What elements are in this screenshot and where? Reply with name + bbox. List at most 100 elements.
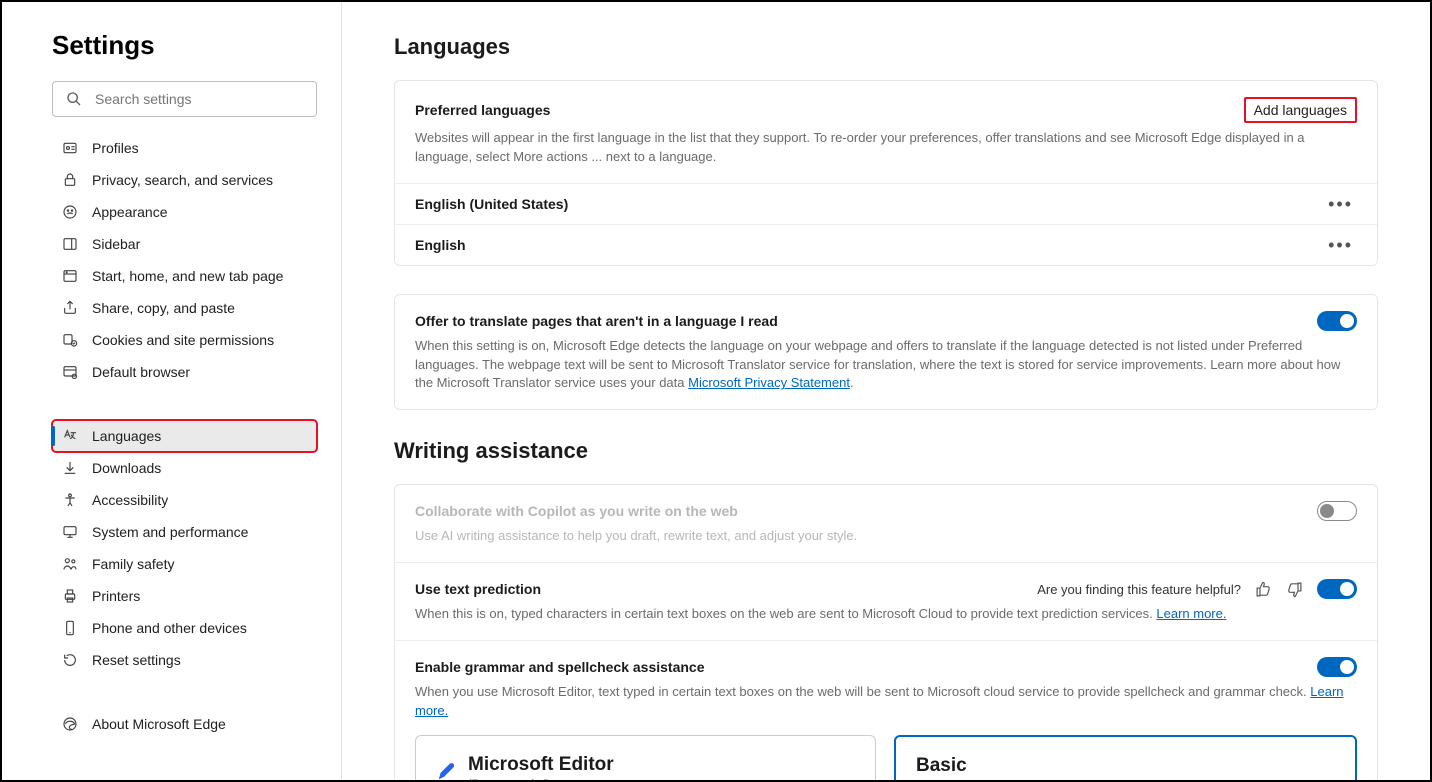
add-languages-button[interactable]: Add languages bbox=[1246, 99, 1355, 121]
nav-default-browser[interactable]: Default browser bbox=[52, 356, 317, 388]
translate-title: Offer to translate pages that aren't in … bbox=[415, 313, 778, 329]
nav-divider bbox=[52, 388, 317, 420]
nav-privacy[interactable]: Privacy, search, and services bbox=[52, 164, 317, 196]
edge-icon bbox=[62, 716, 78, 732]
nav-downloads[interactable]: Downloads bbox=[52, 452, 317, 484]
nav-label: Cookies and site permissions bbox=[92, 332, 274, 348]
nav-reset[interactable]: Reset settings bbox=[52, 644, 317, 676]
recommended-label: (Recommended) bbox=[468, 778, 614, 780]
nav-family[interactable]: Family safety bbox=[52, 548, 317, 580]
language-name: English (United States) bbox=[415, 196, 568, 212]
nav-share-copy[interactable]: Share, copy, and paste bbox=[52, 292, 317, 324]
preferred-languages-card: Preferred languages Add languages Websit… bbox=[394, 80, 1378, 266]
translate-card: Offer to translate pages that aren't in … bbox=[394, 294, 1378, 411]
nav-label: About Microsoft Edge bbox=[92, 716, 226, 732]
learn-more-link[interactable]: Learn more. bbox=[1156, 606, 1226, 621]
text-prediction-title: Use text prediction bbox=[415, 581, 541, 597]
settings-nav: Profiles Privacy, search, and services A… bbox=[52, 132, 317, 740]
nav-cookies[interactable]: Cookies and site permissions bbox=[52, 324, 317, 356]
language-row: English (United States) ••• bbox=[395, 183, 1377, 224]
nav-label: Default browser bbox=[92, 364, 190, 380]
cookies-icon bbox=[62, 332, 78, 348]
nav-profiles[interactable]: Profiles bbox=[52, 132, 317, 164]
search-settings-wrap bbox=[52, 81, 317, 117]
nav-label: Sidebar bbox=[92, 236, 140, 252]
nav-label: Share, copy, and paste bbox=[92, 300, 235, 316]
nav-label: Appearance bbox=[92, 204, 168, 220]
printer-icon bbox=[62, 588, 78, 604]
nav-sidebar[interactable]: Sidebar bbox=[52, 228, 317, 260]
settings-title: Settings bbox=[52, 30, 317, 61]
privacy-statement-link[interactable]: Microsoft Privacy Statement bbox=[688, 375, 850, 390]
preferred-languages-desc: Websites will appear in the first langua… bbox=[415, 129, 1357, 167]
translate-toggle[interactable] bbox=[1317, 311, 1357, 331]
editor-pen-icon bbox=[436, 761, 458, 780]
grammar-toggle[interactable] bbox=[1317, 657, 1357, 677]
sidebar-icon bbox=[62, 236, 78, 252]
nav-divider bbox=[52, 676, 317, 708]
nav-system[interactable]: System and performance bbox=[52, 516, 317, 548]
system-icon bbox=[62, 524, 78, 540]
thumbs-up-icon bbox=[1255, 581, 1272, 598]
nav-appearance[interactable]: Appearance bbox=[52, 196, 317, 228]
text-prediction-toggle[interactable] bbox=[1317, 579, 1357, 599]
nav-label: Languages bbox=[92, 428, 161, 444]
language-row: English ••• bbox=[395, 224, 1377, 265]
appearance-icon bbox=[62, 204, 78, 220]
add-languages-highlight: Add languages bbox=[1244, 97, 1357, 123]
nav-label: System and performance bbox=[92, 524, 248, 540]
feedback-question: Are you finding this feature helpful? bbox=[1037, 582, 1241, 597]
reset-icon bbox=[62, 652, 78, 668]
editor-option-microsoft-editor[interactable]: Microsoft Editor (Recommended) Editor pr… bbox=[415, 735, 876, 780]
nav-label: Printers bbox=[92, 588, 140, 604]
nav-label: Family safety bbox=[92, 556, 174, 572]
copilot-desc: Use AI writing assistance to help you dr… bbox=[415, 527, 1357, 546]
translate-desc: When this setting is on, Microsoft Edge … bbox=[415, 337, 1357, 394]
search-settings-input[interactable] bbox=[52, 81, 317, 117]
nav-label: Privacy, search, and services bbox=[92, 172, 273, 188]
nav-languages[interactable]: Languages bbox=[52, 420, 317, 452]
languages-icon bbox=[62, 428, 78, 444]
nav-label: Phone and other devices bbox=[92, 620, 247, 636]
grammar-title: Enable grammar and spellcheck assistance bbox=[415, 659, 704, 675]
nav-label: Start, home, and new tab page bbox=[92, 268, 283, 284]
feedback-row: Are you finding this feature helpful? bbox=[1037, 579, 1357, 599]
writing-heading: Writing assistance bbox=[394, 438, 1378, 464]
copilot-toggle[interactable] bbox=[1317, 501, 1357, 521]
language-more-button[interactable]: ••• bbox=[1324, 239, 1357, 251]
nav-label: Profiles bbox=[92, 140, 139, 156]
nav-about[interactable]: About Microsoft Edge bbox=[52, 708, 317, 740]
grammar-desc: When you use Microsoft Editor, text type… bbox=[415, 683, 1357, 721]
search-icon bbox=[66, 91, 82, 107]
thumbs-down-icon bbox=[1286, 581, 1303, 598]
copilot-title: Collaborate with Copilot as you write on… bbox=[415, 503, 738, 519]
nav-start-home[interactable]: Start, home, and new tab page bbox=[52, 260, 317, 292]
nav-label: Downloads bbox=[92, 460, 161, 476]
basic-option-title: Basic bbox=[916, 755, 1335, 777]
phone-icon bbox=[62, 620, 78, 636]
editor-options-row: Microsoft Editor (Recommended) Editor pr… bbox=[415, 735, 1357, 780]
language-more-button[interactable]: ••• bbox=[1324, 198, 1357, 210]
thumbs-up-button[interactable] bbox=[1255, 581, 1272, 598]
settings-sidebar: Settings Profiles Privacy, search, and s… bbox=[2, 2, 342, 780]
nav-accessibility[interactable]: Accessibility bbox=[52, 484, 317, 516]
nav-label: Reset settings bbox=[92, 652, 181, 668]
tab-page-icon bbox=[62, 268, 78, 284]
editor-option-basic[interactable]: Basic Get basic spell checking assistanc… bbox=[894, 735, 1357, 780]
accessibility-icon bbox=[62, 492, 78, 508]
browser-icon bbox=[62, 364, 78, 380]
nav-printers[interactable]: Printers bbox=[52, 580, 317, 612]
languages-heading: Languages bbox=[394, 34, 1378, 60]
lock-icon bbox=[62, 172, 78, 188]
settings-main[interactable]: Languages Preferred languages Add langua… bbox=[342, 2, 1430, 780]
share-icon bbox=[62, 300, 78, 316]
preferred-languages-title: Preferred languages bbox=[415, 102, 550, 118]
family-icon bbox=[62, 556, 78, 572]
language-name: English bbox=[415, 237, 466, 253]
profile-icon bbox=[62, 140, 78, 156]
editor-option-title: Microsoft Editor bbox=[468, 754, 614, 776]
text-prediction-desc: When this is on, typed characters in cer… bbox=[415, 605, 1357, 624]
nav-phone[interactable]: Phone and other devices bbox=[52, 612, 317, 644]
nav-label: Accessibility bbox=[92, 492, 168, 508]
thumbs-down-button[interactable] bbox=[1286, 581, 1303, 598]
